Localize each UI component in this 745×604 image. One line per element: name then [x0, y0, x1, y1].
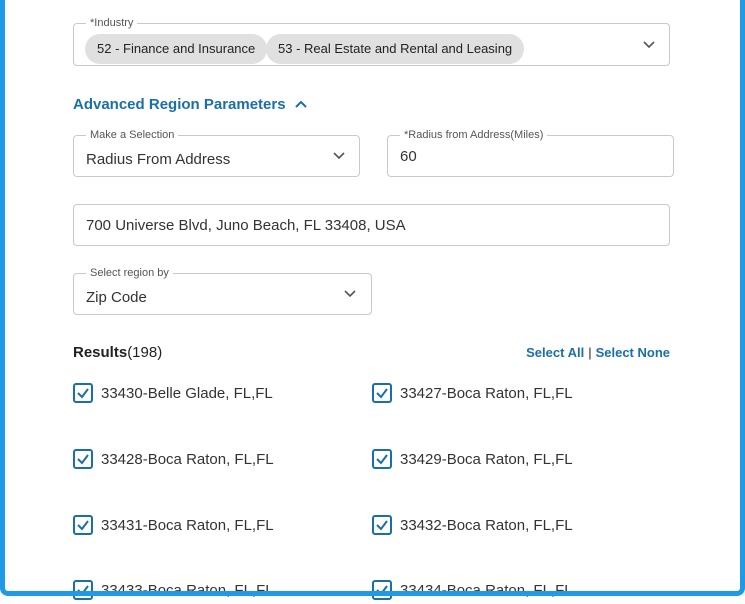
region-value: Zip Code: [86, 289, 147, 306]
checkbox-checked[interactable]: [73, 580, 93, 600]
checkbox-checked[interactable]: [372, 449, 392, 469]
advanced-region-label: Advanced Region Parameters: [73, 96, 286, 113]
checkmark-icon: [376, 388, 388, 399]
checkmark-icon: [77, 388, 89, 399]
selection-dropdown[interactable]: Make a Selection Radius From Address: [73, 128, 360, 177]
select-all-link[interactable]: Select All: [526, 345, 584, 360]
checkbox-checked[interactable]: [372, 515, 392, 535]
address-field[interactable]: 700 Universe Blvd, Juno Beach, FL 33408,…: [73, 204, 670, 246]
result-item-label: 33433-Boca Raton, FL,FL: [101, 582, 274, 599]
result-item-label: 33428-Boca Raton, FL,FL: [101, 451, 274, 468]
region-dropdown[interactable]: Select region by Zip Code: [73, 266, 372, 315]
radius-value: 60: [400, 148, 417, 165]
checkmark-icon: [376, 454, 388, 465]
result-item-label: 33430-Belle Glade, FL,FL: [101, 385, 273, 402]
checkmark-icon: [77, 454, 89, 465]
link-separator: |: [588, 345, 592, 360]
industry-field[interactable]: *Industry 52 - Finance and Insurance 53 …: [73, 16, 670, 66]
results-count: (198): [127, 344, 163, 361]
select-none-link[interactable]: Select None: [596, 345, 670, 360]
industry-chip-real-estate[interactable]: 53 - Real Estate and Rental and Leasing: [266, 34, 525, 64]
checkbox-checked[interactable]: [73, 515, 93, 535]
results-heading: Results(198): [73, 344, 162, 361]
chevron-down-icon[interactable]: [343, 289, 357, 299]
checkbox-checked[interactable]: [372, 580, 392, 600]
result-item-label: 33429-Boca Raton, FL,FL: [400, 451, 573, 468]
selection-links: Select All | Select None: [526, 345, 670, 360]
address-value: 700 Universe Blvd, Juno Beach, FL 33408,…: [86, 217, 406, 234]
selection-value: Radius From Address: [86, 151, 231, 168]
result-item-label: 33431-Boca Raton, FL,FL: [101, 517, 274, 534]
checkbox-checked[interactable]: [372, 383, 392, 403]
radius-field[interactable]: *Radius from Address(Miles) 60: [387, 128, 674, 177]
chevron-down-icon[interactable]: [332, 151, 346, 161]
chevron-up-icon: [295, 100, 307, 108]
checkmark-icon: [77, 520, 89, 531]
checkbox-checked[interactable]: [73, 449, 93, 469]
checkmark-icon: [376, 520, 388, 531]
selection-legend: Make a Selection: [86, 128, 179, 142]
advanced-region-toggle[interactable]: Advanced Region Parameters: [73, 96, 308, 113]
result-item-label: 33432-Boca Raton, FL,FL: [400, 517, 573, 534]
chevron-down-icon[interactable]: [642, 40, 656, 50]
region-legend: Select region by: [86, 266, 173, 280]
industry-chip-finance[interactable]: 52 - Finance and Insurance: [85, 34, 268, 64]
radius-legend: *Radius from Address(Miles): [400, 128, 548, 142]
industry-legend: *Industry: [86, 16, 138, 30]
results-label: Results: [73, 344, 128, 361]
checkbox-checked[interactable]: [73, 383, 93, 403]
result-item-label: 33434-Boca Raton, FL,FL: [400, 582, 573, 599]
result-item-label: 33427-Boca Raton, FL,FL: [400, 385, 573, 402]
